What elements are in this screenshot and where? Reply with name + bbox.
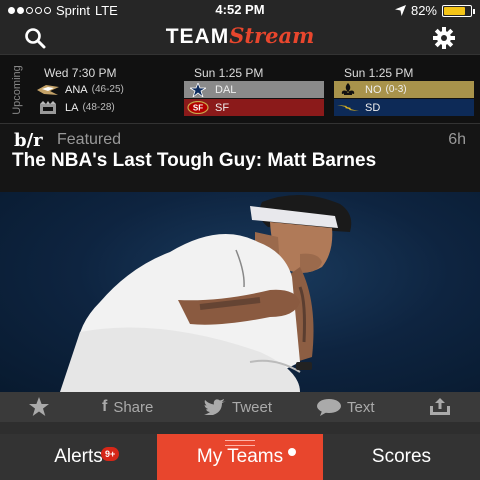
- status-right: 82%: [394, 3, 475, 18]
- tab-scores[interactable]: Scores: [323, 434, 480, 480]
- game-time: Wed 7:30 PM: [44, 66, 117, 80]
- team-record: (0-3): [385, 84, 407, 95]
- team-abbr: SD: [365, 101, 381, 114]
- game-card-dal-sf[interactable]: Sun 1:25 PM DAL SF SF: [184, 65, 324, 117]
- twitter-share-label: Tweet: [232, 398, 273, 416]
- team-row-sf: SF SF: [184, 99, 324, 116]
- article-age: 6h: [448, 131, 466, 148]
- cowboys-star-icon: [186, 82, 210, 97]
- game-time: Sun 1:25 PM: [194, 66, 264, 80]
- featured-article-header[interactable]: b/r Featured 6h The NBA's Last Tough Guy…: [0, 124, 480, 192]
- upcoming-games-strip: Upcoming Wed 7:30 PM ANA (46-25) LA (48-…: [0, 54, 480, 124]
- game-card-no-sd[interactable]: Sun 1:25 PM NO (0-3) SD: [334, 65, 474, 117]
- battery-icon: [442, 4, 475, 17]
- team-row-sd: SD: [334, 99, 474, 116]
- game-card-ana-la[interactable]: Wed 7:30 PM ANA (46-25) LA (48-28): [34, 65, 174, 117]
- kings-logo-icon: [36, 100, 60, 115]
- drag-handle-icon: [225, 440, 255, 446]
- featured-label: Featured: [57, 131, 122, 148]
- favorite-button[interactable]: [28, 392, 50, 422]
- bleacher-report-logo: b/r: [14, 130, 43, 151]
- article-title[interactable]: The NBA's Last Tough Guy: Matt Barnes: [12, 151, 452, 170]
- team-stream-logo: TEAMStream: [0, 23, 480, 49]
- chat-bubble-icon: [317, 398, 341, 416]
- tab-my-teams-label: My Teams: [196, 446, 284, 467]
- team-row-dal: DAL: [184, 81, 324, 98]
- 49ers-logo-icon: SF: [186, 101, 210, 115]
- team-abbr: SF: [215, 101, 230, 114]
- text-share-label: Text: [347, 398, 375, 416]
- team-row-no: NO (0-3): [334, 81, 474, 98]
- twitter-share-button[interactable]: Tweet: [204, 392, 272, 422]
- star-icon: [29, 397, 49, 416]
- top-nav-bar: TEAMStream: [0, 20, 480, 54]
- svg-text:SF: SF: [193, 104, 203, 113]
- tab-alerts-label: Alerts: [54, 446, 103, 467]
- location-arrow-icon: [394, 5, 406, 16]
- facebook-share-label: Share: [113, 398, 154, 416]
- tab-alerts[interactable]: Alerts 9+: [0, 434, 157, 480]
- share-export-icon: [430, 398, 450, 415]
- export-share-button[interactable]: [428, 392, 452, 422]
- text-share-button[interactable]: Text: [317, 392, 375, 422]
- status-bar: Sprint LTE 4:52 PM 82%: [0, 0, 480, 20]
- game-time: Sun 1:25 PM: [344, 66, 414, 80]
- alerts-count-badge: 9+: [101, 447, 120, 461]
- share-bar: f Share Tweet Text: [0, 392, 480, 422]
- tab-scores-label: Scores: [371, 446, 432, 467]
- team-abbr: DAL: [215, 83, 237, 96]
- team-record: (48-28): [82, 102, 115, 113]
- chargers-bolt-icon: [336, 101, 360, 115]
- logo-stream-text: Stream: [229, 23, 315, 48]
- bottom-tab-bar: Alerts 9+ My Teams Scores: [0, 434, 480, 480]
- twitter-bird-icon: [204, 399, 226, 415]
- article-hero-image[interactable]: [0, 192, 480, 392]
- team-abbr: LA: [65, 101, 79, 114]
- team-row-la: LA (48-28): [34, 99, 174, 116]
- logo-team-text: TEAM: [165, 25, 230, 48]
- team-row-ana: ANA (46-25): [34, 81, 174, 98]
- unread-dot-icon: [288, 448, 296, 456]
- facebook-share-button[interactable]: f Share: [102, 392, 153, 422]
- tab-my-teams[interactable]: My Teams: [157, 434, 323, 480]
- battery-percent: 82%: [410, 3, 437, 18]
- player-photo-illustration: [60, 194, 352, 392]
- facebook-icon: f: [102, 398, 108, 415]
- gear-icon[interactable]: [432, 26, 456, 50]
- saints-fleur-icon: [336, 82, 360, 97]
- upcoming-label: Upcoming: [11, 65, 23, 115]
- ducks-logo-icon: [36, 83, 60, 97]
- team-abbr: ANA: [65, 83, 88, 96]
- team-abbr: NO: [365, 83, 382, 96]
- team-record: (46-25): [91, 84, 124, 95]
